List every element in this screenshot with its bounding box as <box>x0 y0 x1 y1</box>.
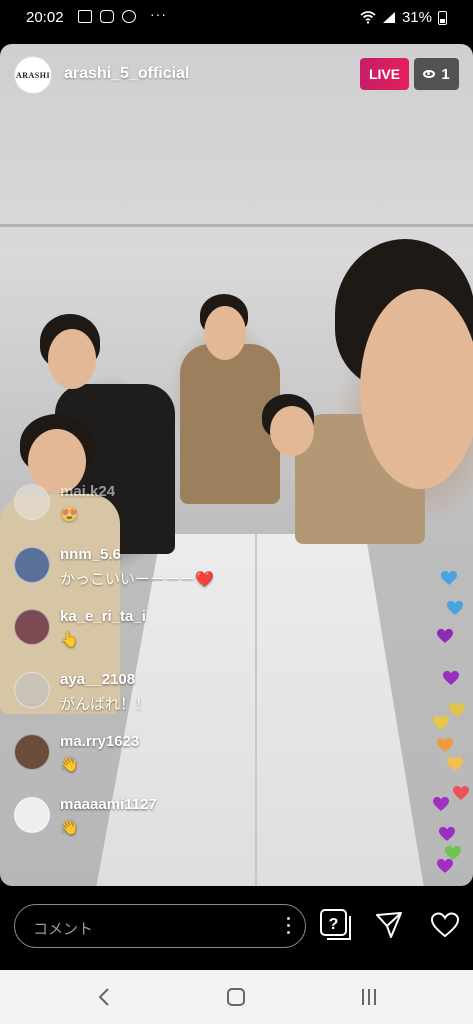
comment-item[interactable]: mai.k24 😍 <box>14 483 314 547</box>
comment-username[interactable]: maaaami1127 <box>60 796 157 813</box>
comment-avatar[interactable] <box>14 546 50 583</box>
floating-heart-icon <box>436 858 454 874</box>
floating-heart-icon <box>436 737 454 753</box>
comment-text: 👋 <box>60 818 79 836</box>
back-button[interactable] <box>89 982 119 1012</box>
battery-percent: 31% <box>401 9 432 26</box>
floating-heart-icon <box>436 628 454 644</box>
comment-item[interactable]: ma.rry1623 👋 <box>14 733 314 797</box>
notification-icons: ··· <box>78 6 167 23</box>
comment-item[interactable]: ka_e_ri_ta_i 👆 <box>14 608 314 672</box>
comment-list: mai.k24 😍 nnm_5.6 かっこいいーーーー❤️ ka_e_ri_ta… <box>14 483 314 860</box>
floating-heart-icon <box>440 570 458 586</box>
floating-heart-icon <box>438 826 456 842</box>
home-button[interactable] <box>221 982 251 1012</box>
host-avatar-text: ARASHI <box>15 70 51 80</box>
app-icon <box>122 10 136 23</box>
comment-placeholder: コメント <box>33 921 94 938</box>
comment-username[interactable]: aya__2108 <box>60 671 135 688</box>
floating-heart-icon <box>452 785 470 801</box>
recents-icon <box>362 989 376 1005</box>
comment-avatar[interactable] <box>14 734 50 770</box>
recents-button[interactable] <box>354 982 384 1012</box>
floating-heart-icon <box>446 756 464 772</box>
floating-heart-icon <box>432 715 450 731</box>
comment-avatar[interactable] <box>14 484 50 520</box>
send-icon <box>376 912 402 938</box>
person-face <box>360 289 473 489</box>
home-icon <box>227 988 245 1006</box>
floating-heart-icon <box>432 796 450 812</box>
more-options-icon[interactable] <box>287 917 291 935</box>
status-time: 20:02 <box>26 9 64 26</box>
person-face <box>48 329 96 389</box>
live-label: LIVE <box>368 66 401 82</box>
like-button[interactable] <box>427 907 463 943</box>
comment-item[interactable]: aya__2108 がんばれ！！ <box>14 671 314 735</box>
comment-avatar[interactable] <box>14 671 50 708</box>
comment-username[interactable]: mai.k24 <box>60 483 115 500</box>
system-nav-bar <box>0 970 473 1024</box>
host-avatar[interactable]: ARASHI <box>14 56 52 94</box>
heart-icon <box>430 912 460 938</box>
comment-username[interactable]: ma.rry1623 <box>60 733 139 750</box>
floating-heart-icon <box>446 600 464 616</box>
comment-input[interactable]: コメント <box>14 904 306 948</box>
wifi-icon <box>360 11 376 24</box>
line-icon <box>100 10 114 23</box>
question-icon: ? <box>320 909 351 940</box>
person-face <box>204 306 246 360</box>
viewer-count-badge[interactable]: 1 <box>414 58 459 90</box>
comment-avatar[interactable] <box>14 796 50 833</box>
live-badge: LIVE <box>360 58 409 90</box>
comment-text: 😍 <box>60 506 79 523</box>
signal-icon <box>382 12 395 23</box>
comment-text: がんばれ！！ <box>60 695 151 713</box>
comment-item[interactable]: maaaami1127 👋 <box>14 796 314 860</box>
system-indicators: 31% <box>360 9 447 26</box>
comment-username[interactable]: nnm_5.6 <box>60 546 121 563</box>
more-dots-icon: ··· <box>150 5 167 22</box>
share-button[interactable] <box>371 907 407 943</box>
comment-text: 👆 <box>60 631 79 648</box>
comment-avatar[interactable] <box>14 609 50 645</box>
gallery-icon <box>78 10 92 23</box>
comment-text: かっこいいーーーー❤️ <box>60 570 214 588</box>
status-bar: 20:02 ··· 31% <box>0 0 473 36</box>
floating-heart-icon <box>442 670 460 686</box>
question-label: ? <box>329 916 339 933</box>
host-username[interactable]: arashi_5_official <box>64 65 189 83</box>
comment-username[interactable]: ka_e_ri_ta_i <box>60 608 146 625</box>
ceiling-line <box>0 224 473 227</box>
viewer-count: 1 <box>441 65 450 83</box>
back-icon <box>98 988 109 1006</box>
comment-text: 👋 <box>60 756 79 773</box>
eye-icon <box>423 70 436 78</box>
comment-item[interactable]: nnm_5.6 かっこいいーーーー❤️ <box>14 546 314 610</box>
person-face <box>270 406 314 456</box>
floating-heart-icon <box>448 702 466 718</box>
question-button[interactable]: ? <box>318 907 354 943</box>
battery-icon <box>438 10 447 25</box>
